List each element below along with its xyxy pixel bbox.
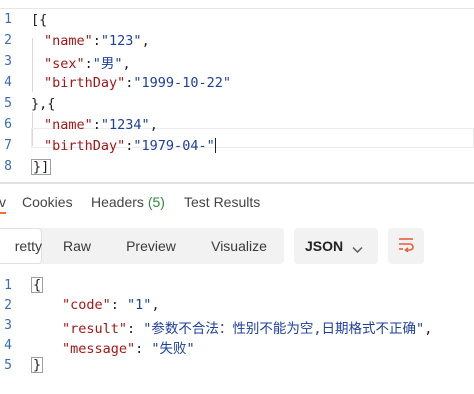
format-raw-button[interactable]: Raw: [52, 228, 102, 264]
json-key: "name": [44, 116, 93, 133]
code-line: 6 "name":"1234",: [0, 114, 474, 135]
json-value: "失败": [151, 341, 195, 357]
format-visualize-label: Visualize: [211, 238, 267, 254]
code-line: 2 "name":"123",: [0, 30, 474, 51]
editor-top-border: [0, 0, 474, 9]
format-visualize-button[interactable]: Visualize: [200, 228, 278, 264]
json-key: "result": [62, 321, 128, 337]
code-line: 3 "sex":"男",: [0, 51, 474, 72]
format-pretty-label: retty: [14, 238, 42, 254]
code-line: 5 },{: [0, 93, 474, 114]
format-raw-label: Raw: [62, 238, 91, 254]
response-tabs: v Cookies Headers (5) Test Results: [0, 188, 474, 216]
tab-cookies[interactable]: Cookies: [22, 194, 73, 210]
json-key: "sex": [44, 55, 85, 72]
code-text: {: [31, 277, 44, 293]
format-segmented-control: retty Raw Preview Visualize: [0, 228, 284, 264]
line-number: 7: [4, 138, 12, 153]
request-body-editor[interactable]: 1 [{ 2 "name":"123", 3 "sex":"男", 4 "bir…: [0, 0, 474, 182]
json-key: "birthDay": [44, 74, 126, 91]
json-key: "code": [62, 297, 111, 313]
code-line: 7 "birthDay":"1979-04-": [0, 135, 474, 156]
pane-divider[interactable]: [0, 182, 474, 184]
code-line: 8 }]: [0, 156, 474, 177]
format-preview-label: Preview: [126, 238, 176, 254]
code-line: 3 "result": "参数不合法：性别不能为空,日期格式不正确",: [0, 316, 474, 337]
code-text: [{: [31, 11, 48, 28]
json-key: "message": [62, 341, 136, 357]
line-number: 4: [4, 75, 12, 90]
json-value: "1": [127, 297, 152, 313]
code-line: 4 "message": "失败": [0, 336, 474, 357]
tab-body[interactable]: v: [0, 194, 6, 210]
json-value: "123": [100, 32, 142, 49]
line-number: 5: [4, 358, 12, 373]
line-number: 3: [4, 318, 12, 333]
json-key: "birthDay": [44, 137, 126, 154]
code-line: 1 {: [0, 276, 474, 296]
tab-headers-label: Headers: [91, 194, 144, 210]
line-number: 3: [4, 54, 12, 69]
code-text: },{: [31, 95, 56, 112]
json-key: "name": [44, 32, 93, 49]
language-select[interactable]: JSON: [294, 228, 378, 264]
wrap-lines-button[interactable]: [388, 228, 424, 264]
active-tab-indicator: [0, 212, 6, 214]
json-value: "1979-04-": [133, 137, 215, 154]
chevron-down-icon: [352, 241, 363, 257]
line-number: 8: [4, 159, 12, 174]
format-pretty-button[interactable]: retty: [0, 228, 42, 264]
json-value: "1999-10-22": [133, 74, 231, 91]
headers-count-badge: (5): [147, 194, 165, 210]
line-number: 2: [4, 33, 12, 48]
line-number: 1: [4, 12, 12, 27]
language-select-value: JSON: [305, 238, 344, 254]
code-line: 2 "code": "1",: [0, 296, 474, 316]
format-preview-button[interactable]: Preview: [116, 228, 186, 264]
code-text: }: [31, 357, 44, 373]
line-number: 1: [4, 278, 12, 293]
line-number: 5: [4, 96, 12, 111]
text-cursor: [214, 138, 216, 153]
tab-headers[interactable]: Headers (5): [91, 194, 165, 210]
json-value: "1234": [100, 116, 150, 133]
wrap-lines-icon: [397, 236, 415, 256]
json-value: "参数不合法：性别不能为空,日期格式不正确": [143, 321, 425, 337]
line-number: 4: [4, 338, 12, 353]
tab-test-results[interactable]: Test Results: [184, 194, 260, 210]
line-number: 2: [4, 298, 12, 313]
code-line: 4 "birthDay":"1999-10-22": [0, 72, 474, 93]
json-value: "男": [92, 55, 123, 72]
line-number: 6: [4, 117, 12, 132]
code-line: 1 [{: [0, 9, 474, 30]
code-text: }]: [31, 158, 52, 175]
code-line: 5 }: [0, 356, 474, 376]
